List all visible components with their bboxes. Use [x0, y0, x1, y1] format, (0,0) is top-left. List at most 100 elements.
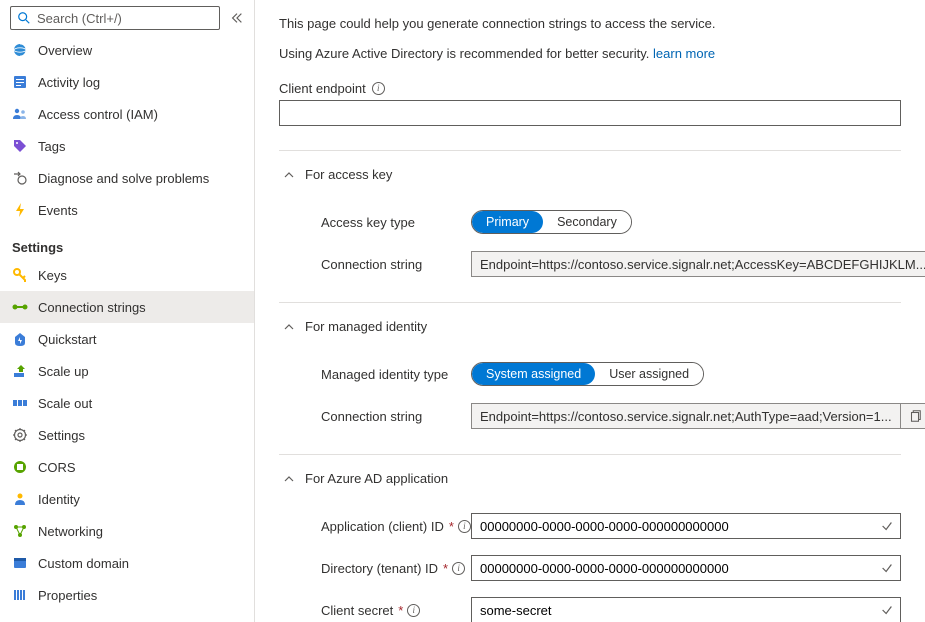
client-secret-label: Client secret* i — [321, 603, 471, 618]
client-endpoint-label: Client endpoint i — [279, 81, 901, 96]
sidebar-item-scale-out[interactable]: Scale out — [0, 387, 254, 419]
search-box[interactable] — [10, 6, 220, 30]
sidebar-item-label: Events — [38, 203, 78, 218]
access-control-icon — [12, 106, 28, 122]
access-key-conn-value: Endpoint=https://contoso.service.signalr… — [471, 251, 925, 277]
sidebar-item-keys[interactable]: Keys — [0, 259, 254, 291]
diagnose-icon — [12, 170, 28, 186]
section-toggle-managed-identity[interactable]: For managed identity — [279, 319, 901, 334]
connection-strings-icon — [12, 299, 28, 315]
keys-icon — [12, 267, 28, 283]
sidebar-item-activity-log[interactable]: Activity log — [0, 66, 254, 98]
sidebar-item-access-control[interactable]: Access control (IAM) — [0, 98, 254, 130]
dir-id-input[interactable] — [472, 561, 874, 576]
sidebar-item-label: Diagnose and solve problems — [38, 171, 209, 186]
section-toggle-aad-app[interactable]: For Azure AD application — [279, 471, 901, 486]
section-managed-identity: For managed identity Managed identity ty… — [279, 303, 901, 430]
sidebar-item-identity[interactable]: Identity — [0, 483, 254, 515]
sidebar-item-networking[interactable]: Networking — [0, 515, 254, 547]
chevron-down-icon — [283, 169, 295, 181]
scale-up-icon — [12, 363, 28, 379]
managed-identity-conn-value: Endpoint=https://contoso.service.signalr… — [471, 403, 925, 429]
required-indicator: * — [443, 561, 448, 576]
sidebar-item-label: Keys — [38, 268, 67, 283]
sidebar-item-tags[interactable]: Tags — [0, 130, 254, 162]
sidebar-item-label: Connection strings — [38, 300, 146, 315]
app-id-label: Application (client) ID* i — [321, 519, 471, 534]
sidebar-item-events[interactable]: Events — [0, 194, 254, 226]
sidebar-item-label: Activity log — [38, 75, 100, 90]
managed-identity-system-button[interactable]: System assigned — [472, 363, 595, 385]
client-endpoint-input[interactable] — [279, 100, 901, 126]
managed-identity-user-button[interactable]: User assigned — [595, 363, 703, 385]
app-id-input-wrapper — [471, 513, 901, 539]
info-icon[interactable]: i — [452, 562, 465, 575]
sidebar-item-label: Access control (IAM) — [38, 107, 158, 122]
sidebar-item-label: Settings — [38, 428, 85, 443]
sidebar-item-label: Quickstart — [38, 332, 97, 347]
section-access-key: For access key Access key type Primary S… — [279, 151, 901, 278]
info-icon[interactable]: i — [407, 604, 420, 617]
app-id-input[interactable] — [472, 519, 874, 534]
sidebar-item-label: CORS — [38, 460, 76, 475]
activity-log-icon — [12, 74, 28, 90]
managed-identity-type-label: Managed identity type — [321, 367, 471, 382]
sidebar-item-cors[interactable]: CORS — [0, 451, 254, 483]
copy-button[interactable] — [900, 404, 925, 428]
intro-text-2: Using Azure Active Directory is recommen… — [279, 44, 901, 64]
dir-id-input-wrapper — [471, 555, 901, 581]
sidebar-item-label: Custom domain — [38, 556, 129, 571]
custom-domain-icon — [12, 555, 28, 571]
access-key-secondary-button[interactable]: Secondary — [543, 211, 631, 233]
client-secret-input-wrapper — [471, 597, 901, 622]
settings-icon — [12, 427, 28, 443]
sidebar-item-quickstart[interactable]: Quickstart — [0, 323, 254, 355]
nav-settings-list: Keys Connection strings Quickstart Scale… — [0, 259, 254, 611]
collapse-sidebar-button[interactable] — [226, 7, 248, 29]
networking-icon — [12, 523, 28, 539]
intro-text-1: This page could help you generate connec… — [279, 14, 901, 34]
sidebar-item-properties[interactable]: Properties — [0, 579, 254, 611]
section-aad-app: For Azure AD application Application (cl… — [279, 455, 901, 622]
check-icon — [874, 519, 900, 533]
required-indicator: * — [449, 519, 454, 534]
access-key-conn-label: Connection string — [321, 257, 471, 272]
search-input[interactable] — [37, 11, 213, 26]
main-panel: This page could help you generate connec… — [255, 0, 925, 622]
cors-icon — [12, 459, 28, 475]
chevron-down-icon — [283, 473, 295, 485]
access-key-type-label: Access key type — [321, 215, 471, 230]
section-toggle-access-key[interactable]: For access key — [279, 167, 901, 182]
managed-identity-conn-label: Connection string — [321, 409, 471, 424]
chevron-down-icon — [283, 321, 295, 333]
scale-out-icon — [12, 395, 28, 411]
access-key-type-toggle: Primary Secondary — [471, 210, 632, 234]
access-key-primary-button[interactable]: Primary — [472, 211, 543, 233]
sidebar-item-label: Scale out — [38, 396, 92, 411]
nav-top-list: Overview Activity log Access control (IA… — [0, 34, 254, 226]
sidebar-item-scale-up[interactable]: Scale up — [0, 355, 254, 387]
sidebar-item-overview[interactable]: Overview — [0, 34, 254, 66]
check-icon — [874, 603, 900, 617]
dir-id-label: Directory (tenant) ID* i — [321, 561, 471, 576]
nav-section-settings: Settings — [0, 226, 254, 259]
identity-icon — [12, 491, 28, 507]
chevron-double-left-icon — [230, 11, 244, 25]
properties-icon — [12, 587, 28, 603]
sidebar-item-settings[interactable]: Settings — [0, 419, 254, 451]
copy-icon — [908, 409, 922, 423]
sidebar-item-label: Overview — [38, 43, 92, 58]
client-secret-input[interactable] — [472, 603, 874, 618]
overview-icon — [12, 42, 28, 58]
sidebar-item-custom-domain[interactable]: Custom domain — [0, 547, 254, 579]
learn-more-link[interactable]: learn more — [653, 46, 715, 61]
sidebar-item-diagnose[interactable]: Diagnose and solve problems — [0, 162, 254, 194]
sidebar-item-label: Networking — [38, 524, 103, 539]
sidebar-item-label: Properties — [38, 588, 97, 603]
quickstart-icon — [12, 331, 28, 347]
tags-icon — [12, 138, 28, 154]
info-icon[interactable]: i — [458, 520, 471, 533]
sidebar-item-label: Identity — [38, 492, 80, 507]
sidebar-item-connection-strings[interactable]: Connection strings — [0, 291, 254, 323]
info-icon[interactable]: i — [372, 82, 385, 95]
